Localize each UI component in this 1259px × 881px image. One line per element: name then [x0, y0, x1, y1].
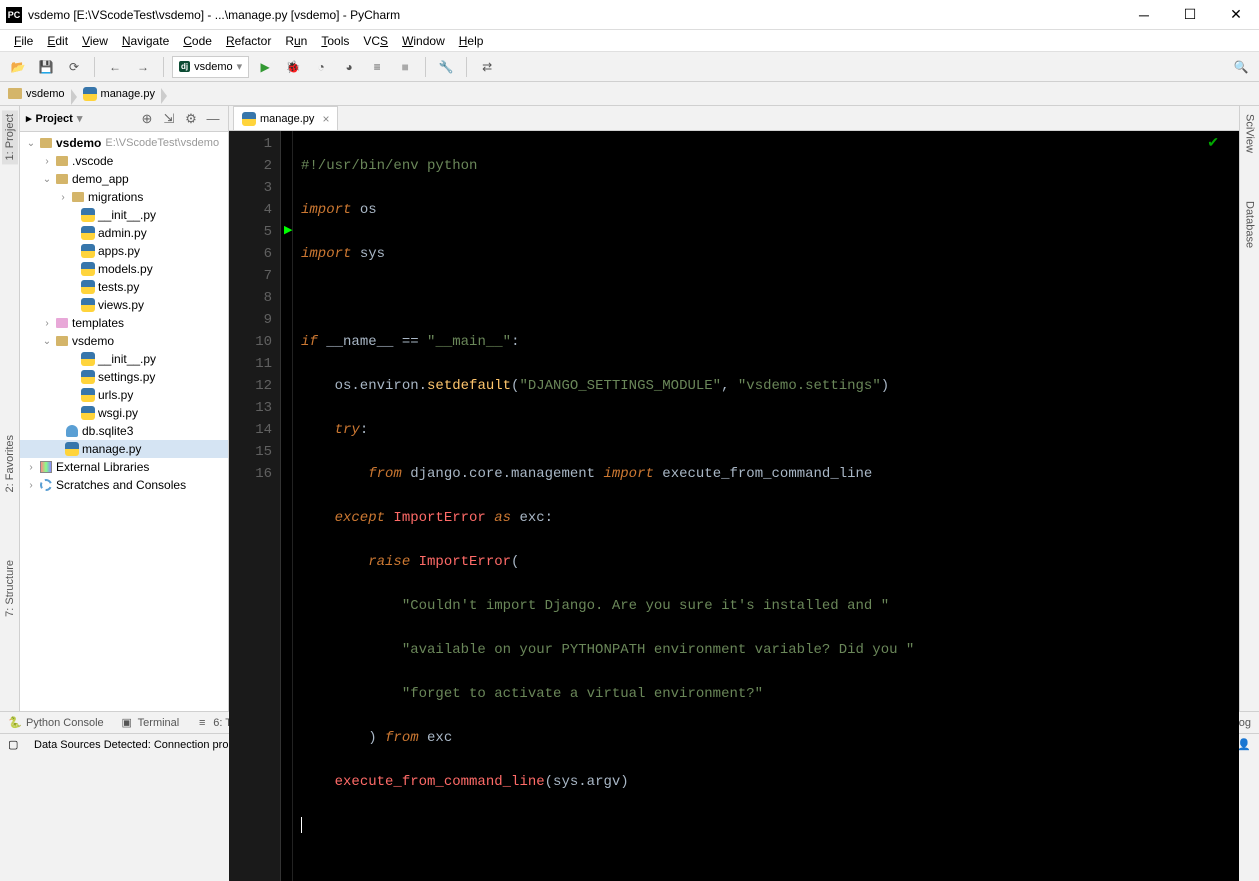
tree-item: urls.py [20, 386, 228, 404]
tree-item-selected: manage.py [20, 440, 228, 458]
concurrency-button[interactable]: ≡ [365, 55, 389, 79]
django-icon: dj [179, 61, 190, 72]
menu-refactor[interactable]: Refactor [220, 32, 277, 50]
inspection-ok-icon[interactable]: ✔ [1207, 135, 1219, 152]
left-tool-strip: 1: Project 2: Favorites 7: Structure [0, 106, 20, 711]
minimize-button[interactable]: ─ [1121, 0, 1167, 30]
pycharm-icon: PC [6, 7, 22, 23]
main-area: 1: Project 2: Favorites 7: Structure ▸ P… [0, 106, 1259, 711]
main-toolbar: 📂 💾 ⟳ ← → dj vsdemo ▾ ▶ 🐞 ◔ ◕ ≡ ■ 🔧 ⇄ 🔍 [0, 52, 1259, 82]
breadcrumb-bar: vsdemo manage.py [0, 82, 1259, 106]
structure-tool-tab[interactable]: 7: Structure [2, 556, 18, 621]
project-tool-tab[interactable]: 1: Project [2, 110, 18, 164]
line-gutter[interactable]: 12345678910111213141516 [229, 131, 281, 881]
open-button[interactable]: 📂 [6, 55, 30, 79]
close-button[interactable]: ✕ [1213, 0, 1259, 30]
folder-icon: ▸ [26, 112, 32, 125]
python-icon: 🐍 [8, 716, 22, 730]
tree-item: admin.py [20, 224, 228, 242]
menu-vcs[interactable]: VCS [357, 32, 394, 50]
profile-button[interactable]: ◕ [337, 55, 361, 79]
tree-item: ›templates [20, 314, 228, 332]
tree-external-libs: ›External Libraries [20, 458, 228, 476]
database-tool-tab[interactable]: Database [1243, 197, 1257, 252]
menu-tools[interactable]: Tools [315, 32, 355, 50]
python-icon [242, 112, 256, 126]
sync-project-button[interactable]: ⇄ [475, 55, 499, 79]
tree-item: tests.py [20, 278, 228, 296]
status-icon[interactable]: ▢ [8, 738, 22, 752]
scroll-from-source-icon[interactable]: ⊕ [138, 110, 156, 128]
inspector-icon[interactable]: 👤 [1237, 738, 1251, 751]
hide-icon[interactable]: — [204, 110, 222, 128]
run-button[interactable]: ▶ [253, 55, 277, 79]
debug-button[interactable]: 🐞 [281, 55, 305, 79]
project-panel: ▸ Project ▾ ⊕ ⇲ ⚙ — ⌄vsdemoE:\VScodeTest… [20, 106, 229, 711]
tree-item: ›.vscode [20, 152, 228, 170]
tree-item: ⌄demo_app [20, 170, 228, 188]
menu-view[interactable]: View [76, 32, 114, 50]
collapse-all-icon[interactable]: ⇲ [160, 110, 178, 128]
menu-file[interactable]: File [8, 32, 39, 50]
search-everywhere-button[interactable]: 🔍 [1229, 55, 1253, 79]
window-title: vsdemo [E:\VScodeTest\vsdemo] - ...\mana… [28, 8, 1121, 22]
project-panel-header: ▸ Project ▾ ⊕ ⇲ ⚙ — [20, 106, 228, 132]
maximize-button[interactable]: ☐ [1167, 0, 1213, 30]
settings-button[interactable]: 🔧 [434, 55, 458, 79]
menu-help[interactable]: Help [453, 32, 490, 50]
menu-navigate[interactable]: Navigate [116, 32, 175, 50]
tree-item: wsgi.py [20, 404, 228, 422]
coverage-button[interactable]: ◔ [309, 55, 333, 79]
back-button[interactable]: ← [103, 55, 127, 79]
tree-item: ⌄vsdemo [20, 332, 228, 350]
terminal-tab[interactable]: ▣Terminal [120, 716, 180, 730]
code-editor[interactable]: ▶ ✔ 12345678910111213141516 #!/usr/bin/e… [229, 131, 1239, 881]
close-tab-icon[interactable]: × [322, 112, 329, 126]
menu-window[interactable]: Window [396, 32, 451, 50]
tree-item: __init__.py [20, 350, 228, 368]
tree-root: ⌄vsdemoE:\VScodeTest\vsdemo [20, 134, 228, 152]
menu-edit[interactable]: Edit [41, 32, 74, 50]
settings-icon[interactable]: ⚙ [182, 110, 200, 128]
python-icon [83, 87, 97, 101]
tree-item: views.py [20, 296, 228, 314]
tree-item: __init__.py [20, 206, 228, 224]
tree-item: ›migrations [20, 188, 228, 206]
run-config-name: vsdemo [194, 61, 233, 73]
stop-button[interactable]: ■ [393, 55, 417, 79]
terminal-icon: ▣ [120, 716, 134, 730]
menu-code[interactable]: Code [177, 32, 218, 50]
save-button[interactable]: 💾 [34, 55, 58, 79]
tree-item: settings.py [20, 368, 228, 386]
sync-button[interactable]: ⟳ [62, 55, 86, 79]
tree-item: db.sqlite3 [20, 422, 228, 440]
run-gutter-icon[interactable]: ▶ [284, 223, 292, 237]
editor-area: manage.py × ▶ ✔ 12345678910111213141516 … [229, 106, 1239, 711]
sciview-tool-tab[interactable]: SciView [1243, 110, 1257, 157]
tree-scratches: ›Scratches and Consoles [20, 476, 228, 494]
python-console-tab[interactable]: 🐍Python Console [8, 716, 104, 730]
menu-bar: File Edit View Navigate Code Refactor Ru… [0, 30, 1259, 52]
folder-icon [8, 88, 22, 99]
favorites-tool-tab[interactable]: 2: Favorites [2, 431, 18, 496]
project-tree[interactable]: ⌄vsdemoE:\VScodeTest\vsdemo ›.vscode ⌄de… [20, 132, 228, 711]
todo-icon: ≡ [195, 716, 209, 730]
forward-button[interactable]: → [131, 55, 155, 79]
editor-tab[interactable]: manage.py × [233, 106, 338, 130]
editor-tabs: manage.py × [229, 106, 1239, 131]
run-config-selector[interactable]: dj vsdemo ▾ [172, 56, 249, 78]
title-bar: PC vsdemo [E:\VScodeTest\vsdemo] - ...\m… [0, 0, 1259, 30]
tree-item: apps.py [20, 242, 228, 260]
menu-run[interactable]: Run [279, 32, 313, 50]
code-content[interactable]: #!/usr/bin/env python import os import s… [293, 131, 1239, 881]
breadcrumb-file[interactable]: manage.py [79, 85, 163, 103]
right-tool-strip: SciView Database [1239, 106, 1259, 711]
fold-column[interactable] [281, 131, 293, 881]
tree-item: models.py [20, 260, 228, 278]
breadcrumb-root[interactable]: vsdemo [4, 86, 73, 102]
